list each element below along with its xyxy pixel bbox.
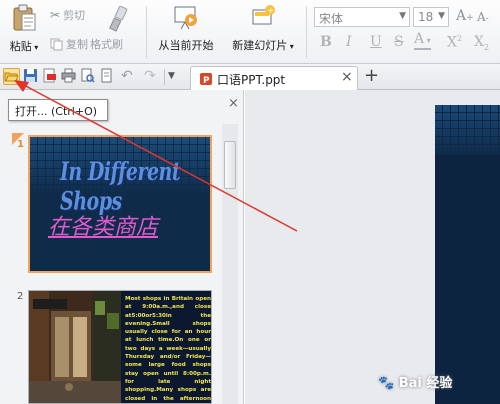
cut-label: 剪切 bbox=[63, 9, 86, 22]
from-current-label: 从当前开始 bbox=[158, 39, 214, 52]
redo-icon[interactable]: ↷ bbox=[144, 68, 161, 85]
scrollbar-thumb[interactable] bbox=[224, 141, 236, 189]
format-painter-label: 格式刷 bbox=[90, 38, 123, 51]
paste-label: 粘贴 bbox=[9, 40, 32, 53]
svg-text:+: + bbox=[268, 6, 275, 15]
open-folder-icon[interactable] bbox=[3, 68, 20, 85]
tooltip-text: 打开... (Ctrl+O) bbox=[15, 105, 98, 118]
font-name-select[interactable]: 宋体 ▼ bbox=[314, 7, 410, 27]
format-painter-button[interactable]: 格式刷 bbox=[90, 36, 123, 52]
watermark-logo: 🐾 Bai 经验 bbox=[378, 372, 452, 391]
slide-thumbnail-2[interactable]: Most shops in Britain open at 9:00a.m.,a… bbox=[28, 290, 212, 404]
print-preview-icon[interactable] bbox=[80, 68, 97, 85]
current-slide-canvas[interactable] bbox=[435, 105, 500, 404]
scissors-icon: ✂ bbox=[50, 8, 61, 22]
copy-label: 复制 bbox=[66, 38, 88, 51]
slide2-body-text: Most shops in Britain open at 9:00a.m.,a… bbox=[125, 296, 211, 402]
shrink-font-label: A bbox=[477, 10, 486, 24]
slide1-title-cn: 在各类商店 bbox=[48, 215, 159, 240]
print-icon[interactable] bbox=[61, 68, 78, 85]
strikethrough-button[interactable]: S bbox=[394, 34, 404, 50]
font-color-label: A bbox=[414, 31, 425, 47]
slideshow-play-icon bbox=[174, 6, 197, 30]
new-slide-dropdown-icon[interactable]: ▾ bbox=[287, 42, 294, 51]
toolbar-separator bbox=[164, 69, 165, 85]
from-current-button[interactable]: 从当前开始 bbox=[152, 4, 220, 53]
document-icon[interactable] bbox=[99, 68, 116, 85]
export-pdf-icon[interactable] bbox=[42, 68, 59, 85]
shop-photo bbox=[29, 291, 121, 403]
slide-number: 1 bbox=[17, 139, 24, 150]
format-painter-icon bbox=[108, 5, 132, 35]
slide1-title-en: In Different Shops bbox=[60, 157, 181, 217]
grow-font-button[interactable]: A+ bbox=[456, 8, 474, 24]
ppt-file-icon: P bbox=[200, 73, 212, 86]
slide-pattern bbox=[435, 105, 500, 155]
strike-label: S bbox=[394, 34, 404, 50]
underline-label: U bbox=[370, 34, 382, 50]
subscript-label: X bbox=[474, 34, 484, 50]
font-color-button[interactable]: A ▾ bbox=[414, 32, 431, 50]
ribbon: 粘贴 ▾ ✂ 剪切 复制 格式刷 从当前开始 + 新建幻灯片 ▾ 宋体 ▼ 18… bbox=[0, 0, 500, 64]
grow-font-label: A bbox=[456, 8, 467, 24]
close-panel-icon[interactable]: × bbox=[228, 96, 239, 111]
chevron-down-icon: ▼ bbox=[438, 11, 445, 21]
watermark-text: Bai 经验 bbox=[398, 376, 453, 391]
superscript-button[interactable]: X2 bbox=[447, 34, 462, 51]
font-name-value: 宋体 bbox=[319, 12, 344, 26]
copy-icon bbox=[50, 38, 63, 50]
bold-button[interactable]: B bbox=[320, 34, 332, 50]
new-slide-button[interactable]: + 新建幻灯片 ▾ bbox=[228, 4, 298, 53]
superscript-mark: 2 bbox=[456, 34, 463, 43]
copy-button[interactable]: 复制 bbox=[50, 36, 88, 52]
superscript-label: X bbox=[447, 34, 457, 51]
new-tab-icon[interactable]: + bbox=[364, 65, 379, 86]
open-tooltip: 打开... (Ctrl+O) bbox=[8, 99, 108, 121]
svg-text:P: P bbox=[203, 76, 210, 86]
paw-icon: 🐾 bbox=[378, 376, 395, 391]
cut-button[interactable]: ✂ 剪切 bbox=[50, 7, 85, 23]
save-icon[interactable] bbox=[23, 68, 40, 85]
slide-thumbnail-1[interactable]: In Different Shops 在各类商店 bbox=[28, 135, 212, 273]
chevron-down-icon: ▼ bbox=[399, 11, 406, 21]
italic-label: I bbox=[346, 34, 352, 50]
paste-button[interactable]: 粘贴 ▾ bbox=[6, 4, 42, 54]
ribbon-separator bbox=[306, 6, 307, 58]
quick-access-toolbar: ↶ ↷ ▼ P 口语PPT.ppt × + bbox=[0, 64, 500, 90]
italic-button[interactable]: I bbox=[346, 34, 352, 50]
new-slide-icon: + bbox=[252, 5, 275, 25]
undo-icon[interactable]: ↶ bbox=[121, 68, 138, 85]
close-tab-icon[interactable]: × bbox=[341, 69, 353, 85]
underline-button[interactable]: U bbox=[370, 34, 382, 50]
subscript-button[interactable]: X2 bbox=[474, 34, 489, 52]
slide-number: 2 bbox=[17, 291, 24, 302]
document-tab-title: 口语PPT.ppt bbox=[217, 73, 286, 87]
font-size-select[interactable]: 18 ▼ bbox=[413, 7, 449, 27]
bold-label: B bbox=[320, 34, 332, 50]
shrink-font-button[interactable]: A- bbox=[477, 10, 489, 24]
paste-icon bbox=[13, 4, 36, 31]
document-tab[interactable]: P 口语PPT.ppt × bbox=[190, 66, 358, 90]
new-slide-label: 新建幻灯片 bbox=[232, 39, 288, 52]
ribbon-separator bbox=[146, 6, 147, 58]
subscript-mark: 2 bbox=[483, 42, 490, 52]
paste-dropdown-icon[interactable]: ▾ bbox=[32, 43, 38, 52]
customize-toolbar-icon[interactable]: ▼ bbox=[168, 68, 185, 85]
font-size-value: 18 bbox=[418, 10, 434, 24]
